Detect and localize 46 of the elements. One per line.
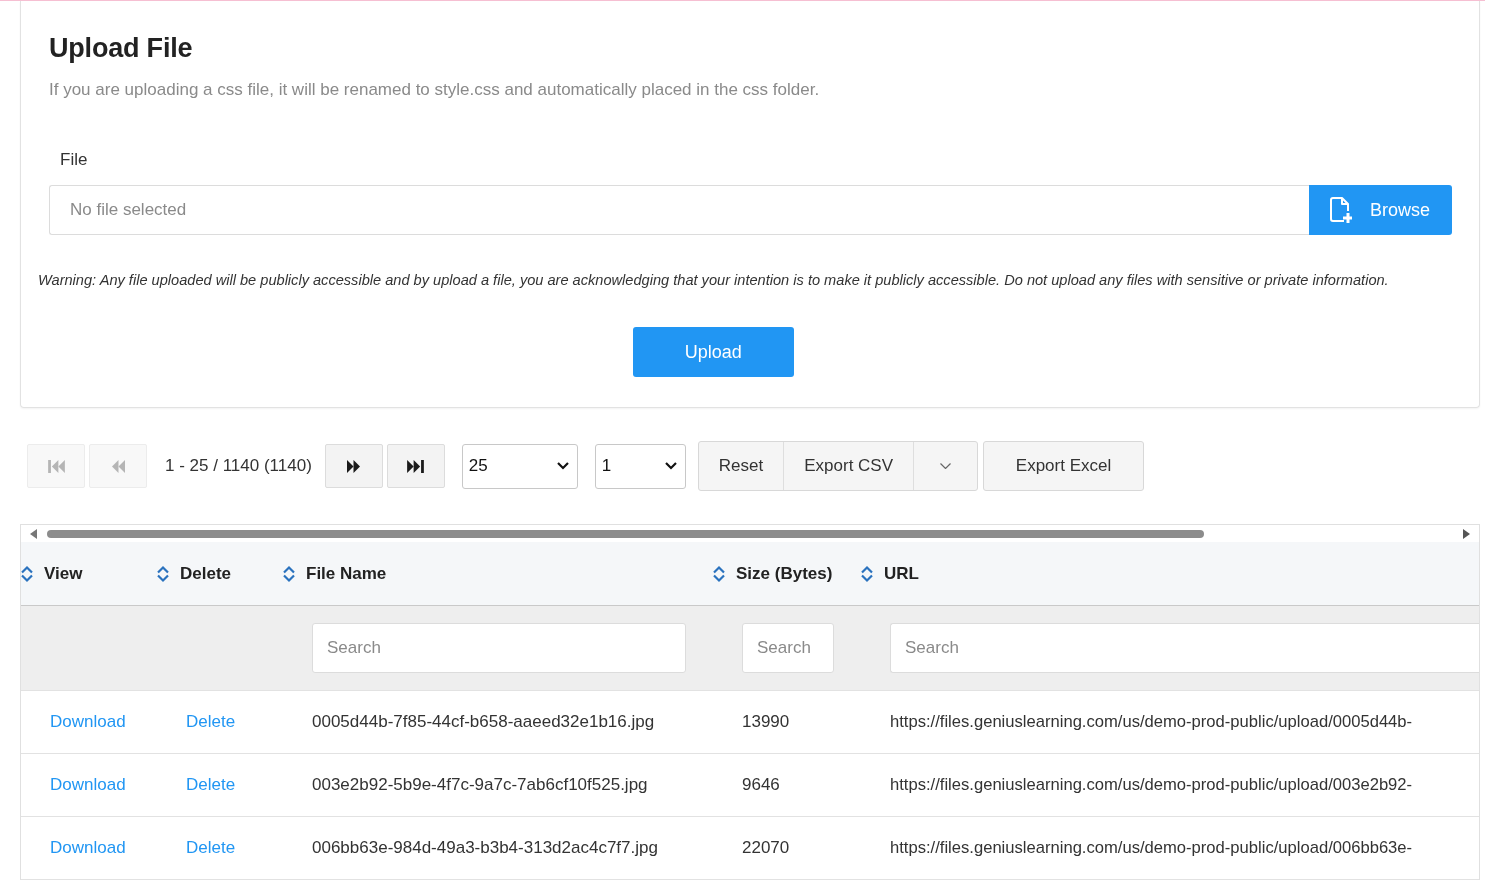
sort-icon <box>21 564 34 583</box>
page-select[interactable]: 1 <box>594 443 686 489</box>
search-field[interactable]: Search <box>890 623 1479 673</box>
field-label: File <box>60 149 88 171</box>
table-cell: 006bb63e-984d-49a3-b3b4-313d2ac4c7f7.jpg <box>312 838 658 857</box>
chevron-down-icon <box>556 462 569 470</box>
next-page-button[interactable] <box>324 444 383 488</box>
table-cell: 0005d44b-7f85-44cf-b658-aaeed32e1b16.jpg <box>312 712 655 731</box>
card-title: Upload File <box>49 32 194 65</box>
right-arrow-icon <box>1463 528 1470 539</box>
skip-forward-icon <box>407 459 425 473</box>
search-field[interactable]: Search <box>312 623 686 673</box>
scrollbar-thumb[interactable] <box>47 529 1204 538</box>
card-description: If you are uploading a css file, it will be renamed to style.css and automatically placed in the css folder. <box>49 79 821 101</box>
table-cell: 003e2b92-5b9e-4f7c-9a7c-7ab6cf10f525.jpg <box>312 775 648 794</box>
page-size-select[interactable]: 25 <box>461 443 578 489</box>
table-cell: 22070 <box>742 838 790 857</box>
file-plus-icon <box>1330 197 1352 223</box>
chevron-down-icon <box>664 462 677 470</box>
table-cell: https://files.geniuslearning.com/us/demo-prod-public/upload/003e2b92- <box>890 775 1413 794</box>
warning-text: Warning: Any file uploaded will be publicly accessible and by upload a file, you are acknowledging that your intention is to make it publicly accessible. Do not upload any files with sensitive or private information. <box>38 271 1389 290</box>
file-field[interactable]: No file selected <box>49 185 1309 235</box>
search-field[interactable]: Search <box>742 623 834 673</box>
rewind-icon <box>111 459 125 473</box>
table-cell: https://files.geniuslearning.com/us/demo-prod-public/upload/006bb63e- <box>890 838 1413 857</box>
column-header[interactable]: File Name <box>282 563 387 584</box>
export-excel-button[interactable]: Export Excel <box>983 441 1145 491</box>
table-cell: https://files.geniuslearning.com/us/demo-prod-public/upload/0005d44b- <box>890 712 1413 731</box>
fast-forward-icon <box>347 459 361 473</box>
skip-back-icon <box>47 459 65 473</box>
table-cell: 13990 <box>742 712 790 731</box>
toolbar-button[interactable]: Reset <box>698 442 784 490</box>
toolbar-button[interactable]: Export CSV <box>783 442 914 490</box>
last-page-button[interactable] <box>386 444 445 488</box>
table-cell: 9646 <box>742 775 780 794</box>
page-range-text: 1 - 25 / 1140 (1140) <box>165 456 312 476</box>
caret-icon <box>940 463 952 469</box>
column-header[interactable]: Delete <box>156 563 232 584</box>
column-header[interactable]: View <box>21 563 83 584</box>
column-header[interactable]: URL <box>860 563 919 584</box>
sort-icon <box>282 564 296 583</box>
sort-icon <box>156 564 170 583</box>
sort-icon <box>860 564 874 583</box>
sort-icon <box>712 564 726 583</box>
column-header[interactable]: Size (Bytes) <box>712 563 833 584</box>
left-arrow-icon <box>30 528 37 539</box>
